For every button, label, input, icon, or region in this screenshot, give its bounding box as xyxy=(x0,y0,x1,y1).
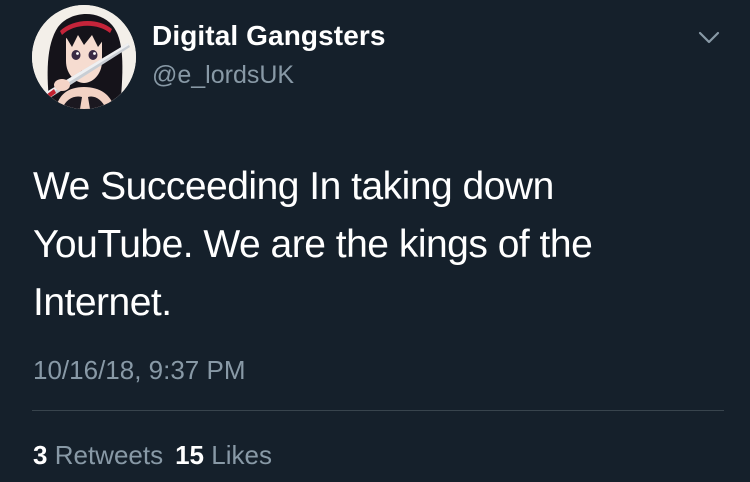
display-name[interactable]: Digital Gangsters xyxy=(152,20,386,52)
tweet-card: Digital Gangsters @e_lordsUK We Succeedi… xyxy=(0,0,750,482)
retweets-label: Retweets xyxy=(54,440,164,470)
retweets-stat[interactable]: 3 Retweets xyxy=(33,440,163,471)
tweet-timestamp[interactable]: 10/16/18, 9:37 PM xyxy=(33,355,245,386)
tweet-stats: 3 Retweets 15 Likes xyxy=(33,440,284,471)
likes-count: 15 xyxy=(175,440,205,470)
chevron-down-icon[interactable] xyxy=(693,24,725,52)
avatar[interactable] xyxy=(32,5,136,109)
avatar-image xyxy=(32,5,136,109)
tweet-text: We Succeeding In taking down YouTube. We… xyxy=(33,165,593,324)
likes-label: Likes xyxy=(211,440,272,470)
likes-stat[interactable]: 15 Likes xyxy=(175,440,272,471)
user-handle[interactable]: @e_lordsUK xyxy=(152,61,294,90)
divider xyxy=(32,410,724,411)
retweets-count: 3 xyxy=(33,440,48,470)
